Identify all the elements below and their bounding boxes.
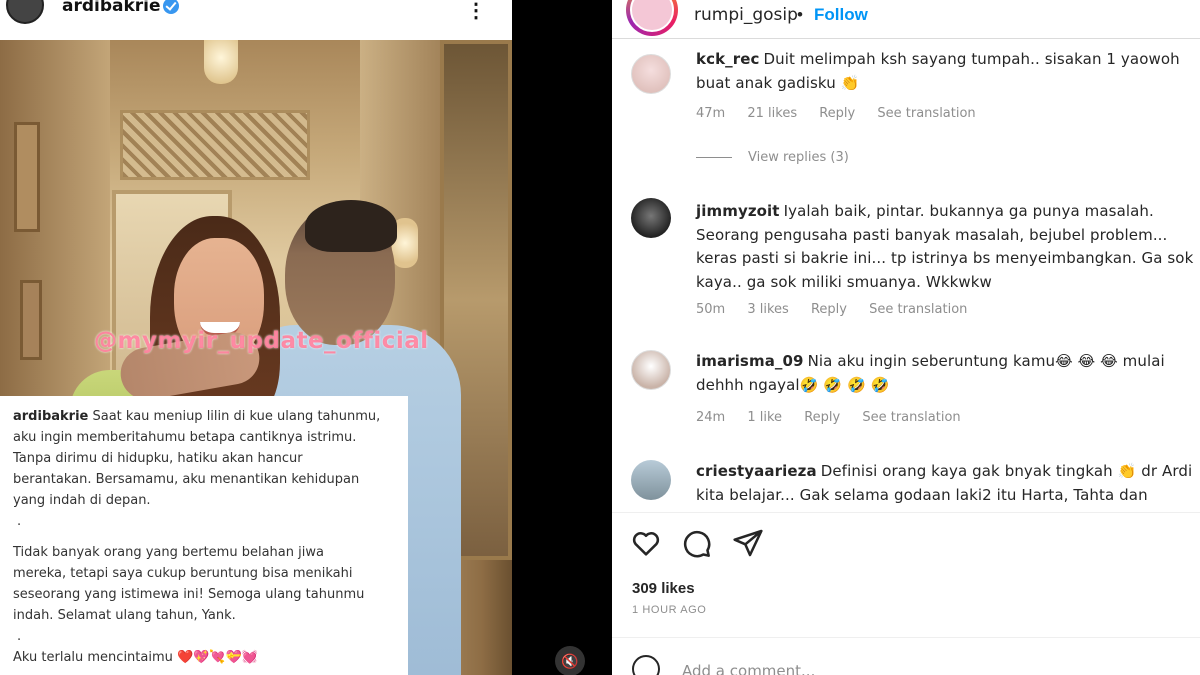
more-options-icon: ⋮	[466, 0, 486, 22]
account-avatar[interactable]	[626, 0, 678, 36]
commenter-username[interactable]: jimmyzoit	[696, 202, 780, 220]
follow-button[interactable]: Follow	[814, 5, 868, 25]
see-translation-button[interactable]: See translation	[877, 106, 975, 121]
emoji-smiley-icon[interactable]	[632, 655, 660, 675]
comment-meta: 47m 21 likes Reply See translation	[696, 106, 994, 121]
comment-likes[interactable]: 21 likes	[747, 106, 797, 121]
comment-bubble-icon[interactable]	[680, 527, 712, 559]
caption-dot: .	[17, 514, 22, 529]
comment-body: kck_rec Duit melimpah ksh sayang tumpah..…	[696, 48, 1196, 95]
account-username[interactable]: rumpi_gosip	[694, 5, 798, 25]
commenter-avatar[interactable]	[631, 350, 671, 390]
embedded-post-header: ardibakrie ⋮	[0, 0, 512, 40]
caption-dot: .	[17, 629, 22, 644]
embedded-username: ardibakrie	[62, 0, 161, 16]
comments-panel: rumpi_gosip • Follow kck_rec Duit melimpa…	[612, 0, 1200, 675]
comment-likes[interactable]: 1 like	[747, 410, 782, 425]
comment-body: imarisma_09 Nia aku ingin seberuntung kam…	[696, 350, 1196, 397]
photo-picture-frame	[14, 122, 40, 232]
reply-button[interactable]: Reply	[819, 106, 855, 121]
commenter-username[interactable]: kck_rec	[696, 50, 760, 68]
comment-text: Duit melimpah ksh sayang tumpah.. sisaka…	[696, 50, 1180, 92]
comment-meta: 50m 3 likes Reply See translation	[696, 302, 985, 317]
comment-body: criestyaarieza Definisi orang kaya gak bn…	[696, 460, 1196, 507]
commenter-avatar[interactable]	[631, 198, 671, 238]
post-timestamp: 1 HOUR AGO	[632, 604, 707, 616]
photo-ceiling-lamp	[204, 40, 238, 84]
share-send-icon[interactable]	[732, 527, 764, 559]
photo-man-hair	[305, 200, 397, 252]
caption-paragraph-1: ardibakrie Saat kau meniup lilin di kue …	[13, 406, 398, 511]
commenter-avatar[interactable]	[631, 54, 671, 94]
comment-body: jimmyzoit Iyalah baik, pintar. bukannya g…	[696, 200, 1196, 294]
reply-button[interactable]: Reply	[804, 410, 840, 425]
photo-wood-carving	[120, 110, 310, 180]
caption-paragraph-2: Tidak banyak orang yang bertemu belahan …	[13, 545, 365, 623]
verified-badge-icon	[163, 0, 179, 14]
add-comment-input[interactable]	[682, 659, 1142, 675]
see-translation-button[interactable]: See translation	[862, 410, 960, 425]
comment-likes[interactable]: 3 likes	[747, 302, 788, 317]
panel-header: rumpi_gosip • Follow	[612, 0, 1200, 36]
replies-line	[696, 157, 732, 158]
view-replies-button[interactable]: View replies (3)	[696, 150, 849, 165]
post-photo: @mymyir_update_official ardibakrie Saat …	[0, 40, 512, 675]
commenter-avatar[interactable]	[631, 460, 671, 500]
account-avatar-image	[630, 0, 674, 32]
embedded-post-screenshot: ardibakrie ⋮ @mymyir_update_official ard…	[0, 0, 512, 675]
like-heart-icon[interactable]	[630, 527, 662, 559]
commenter-username[interactable]: criestyaarieza	[696, 462, 817, 480]
likes-count[interactable]: 309 likes	[632, 580, 695, 597]
photo-picture-frame	[20, 280, 42, 360]
caption-box: ardibakrie Saat kau meniup lilin di kue …	[0, 396, 408, 675]
view-replies-label: View replies (3)	[748, 150, 849, 165]
caption-paragraph-3: Aku terlalu mencintaimu ❤️💖💘💝💓	[13, 650, 258, 665]
actions-divider	[612, 512, 1200, 513]
embedded-avatar	[6, 0, 44, 24]
comment-time: 50m	[696, 302, 726, 317]
comment-time: 24m	[696, 410, 726, 425]
caption-username: ardibakrie	[13, 409, 89, 424]
comment-time: 47m	[696, 106, 726, 121]
header-divider	[612, 38, 1200, 39]
comment-meta: 24m 1 like Reply See translation	[696, 410, 979, 425]
see-translation-button[interactable]: See translation	[869, 302, 967, 317]
commenter-username[interactable]: imarisma_09	[696, 352, 804, 370]
header-separator: •	[797, 5, 803, 24]
comment-box-divider	[612, 637, 1200, 638]
reply-button[interactable]: Reply	[811, 302, 847, 317]
photo-watermark: @mymyir_update_official	[94, 328, 429, 354]
mute-audio-icon[interactable]: 🔇	[555, 646, 585, 675]
